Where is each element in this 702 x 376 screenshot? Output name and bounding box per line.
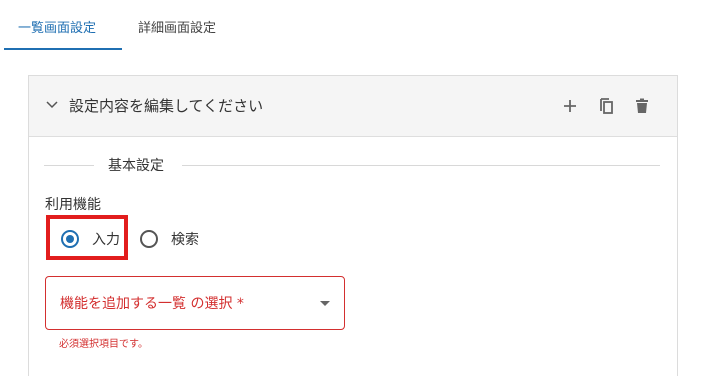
trash-icon[interactable] — [632, 96, 652, 116]
section-divider-right — [182, 165, 660, 166]
field-label: 利用機能 — [45, 197, 101, 213]
plus-icon[interactable] — [560, 96, 580, 116]
select-label: 機能を追加する一覧 の選択 * — [60, 296, 244, 312]
active-tab-indicator — [4, 48, 122, 50]
tab-list-view-settings[interactable]: 一覧画面設定 — [18, 17, 96, 36]
caret-down-icon — [320, 301, 330, 306]
radio-input-selected[interactable] — [61, 230, 79, 248]
section-divider-left — [44, 165, 94, 166]
chevron-down-icon[interactable] — [45, 98, 59, 112]
select-helper-text: 必須選択項目です。 — [59, 339, 148, 350]
radio-dot — [66, 235, 74, 243]
radio-label-search[interactable]: 検索 — [171, 229, 199, 249]
tab-bar: 一覧画面設定 詳細画面設定 — [0, 0, 702, 52]
panel-title: 設定内容を編集してください — [69, 97, 264, 115]
section-title: 基本設定 — [108, 158, 164, 174]
copy-icon[interactable] — [596, 96, 616, 116]
function-list-select[interactable]: 機能を追加する一覧 の選択 * — [45, 276, 345, 330]
panel-header[interactable]: 設定内容を編集してください — [29, 76, 677, 137]
radio-search[interactable] — [140, 230, 158, 248]
tab-detail-view-settings[interactable]: 詳細画面設定 — [138, 17, 216, 36]
radio-label-input[interactable]: 入力 — [92, 229, 120, 249]
